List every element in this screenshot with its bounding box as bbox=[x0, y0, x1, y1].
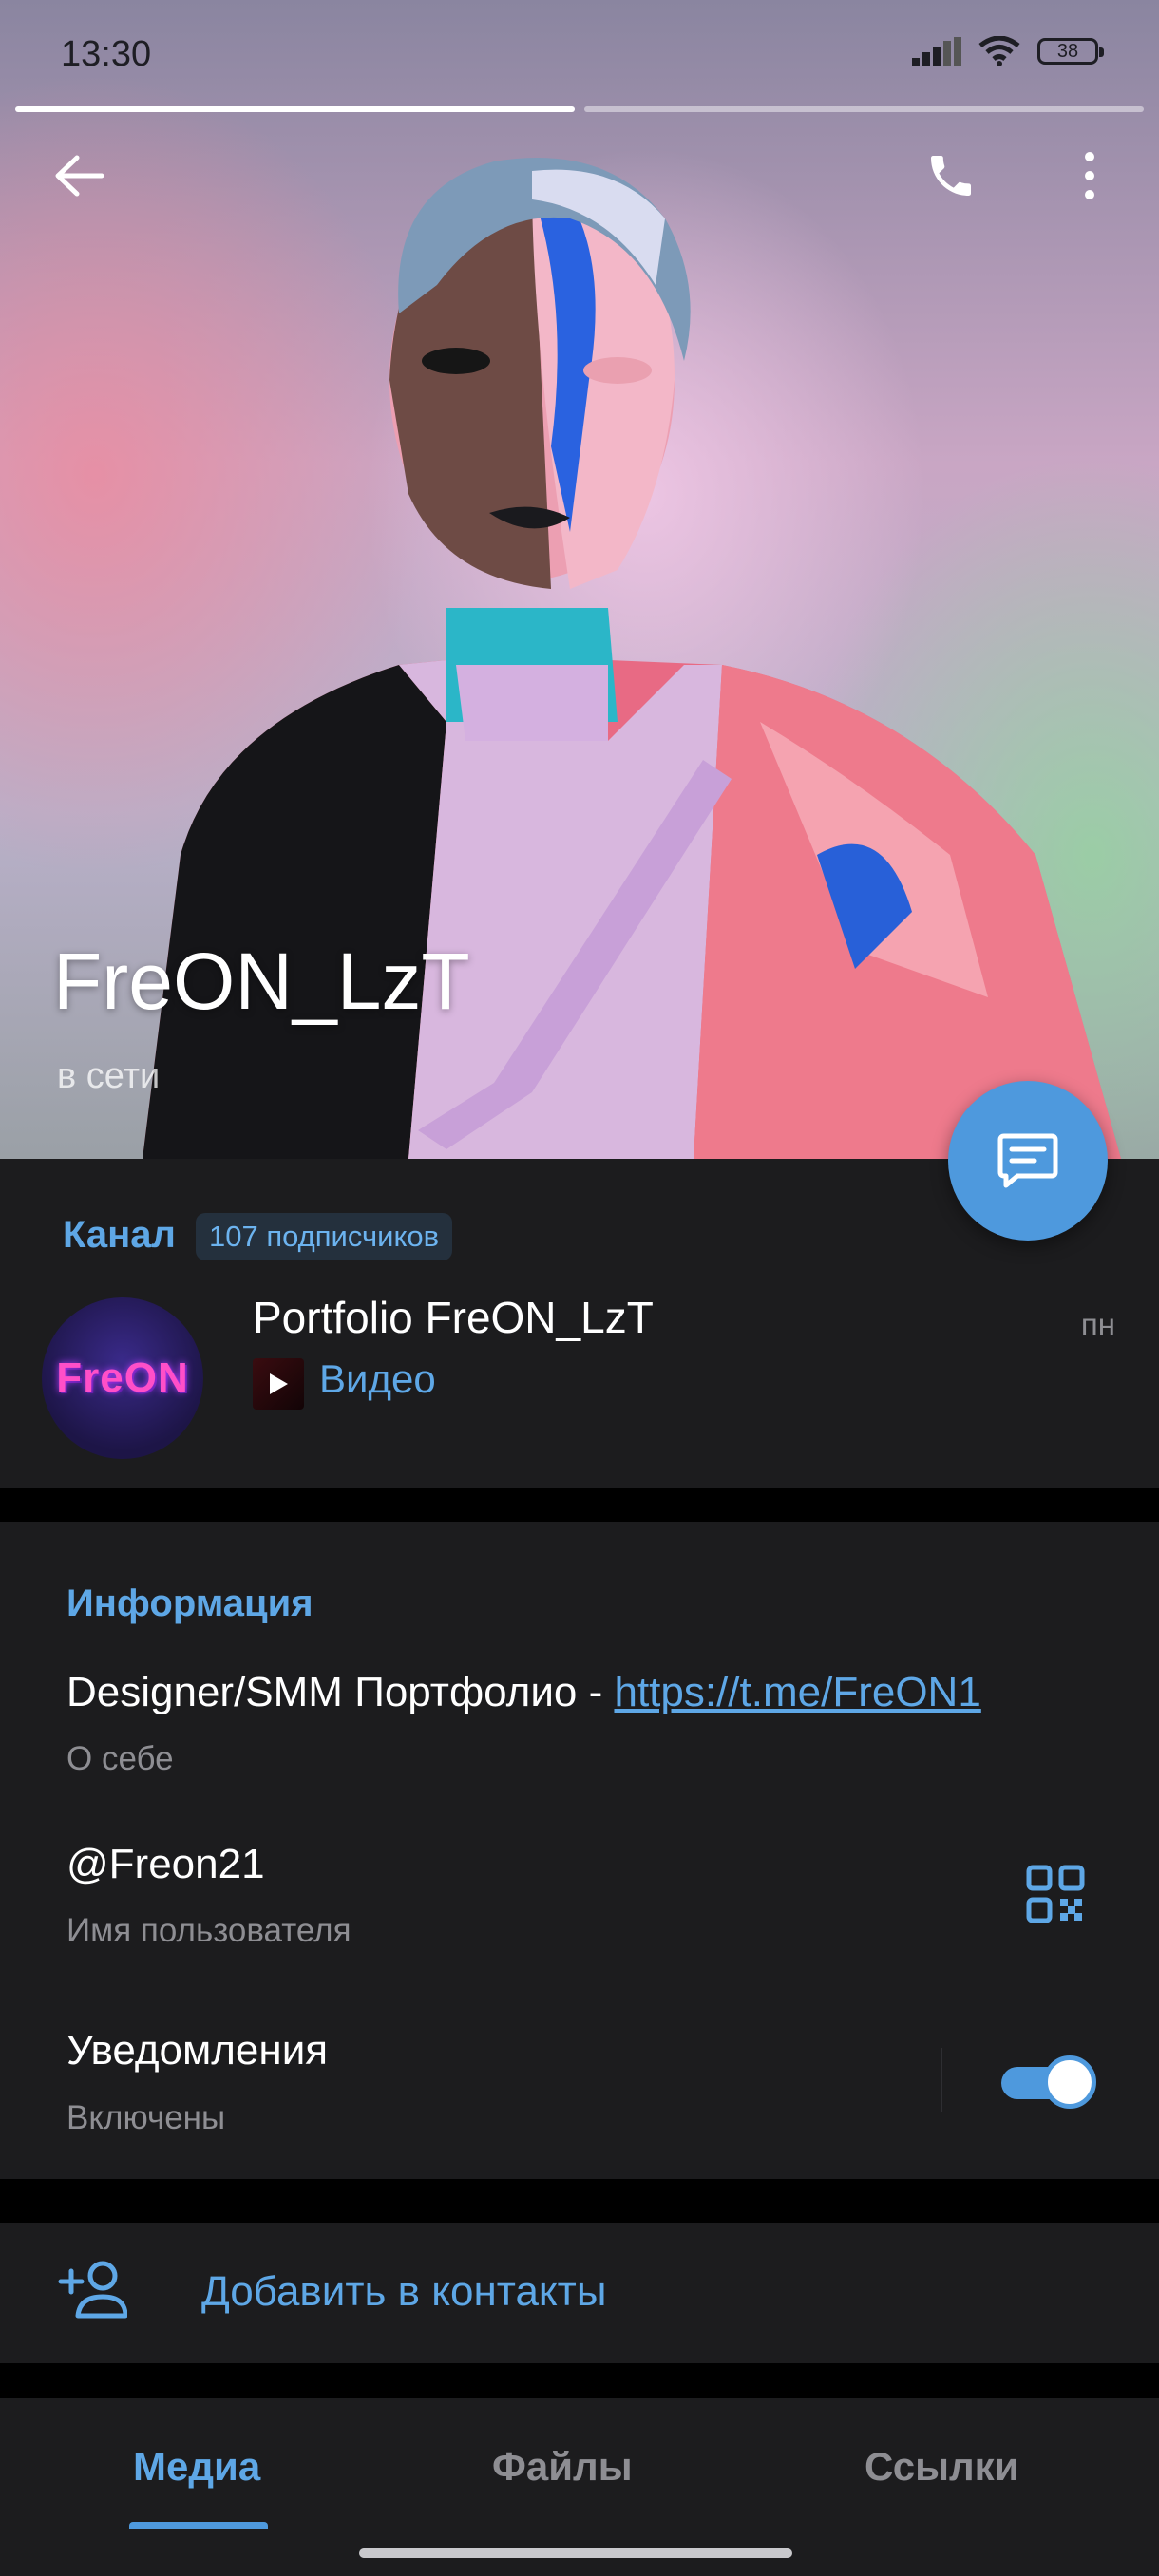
notifications-divider bbox=[940, 2048, 942, 2112]
tab-files[interactable]: Файлы bbox=[492, 2444, 633, 2490]
username-caption: Имя пользователя bbox=[66, 1912, 352, 1949]
profile-cover: 13:30 38 FreON_LzT в сети bbox=[0, 0, 1159, 1159]
bio-link[interactable]: https://t.me/FreON1 bbox=[614, 1669, 980, 1715]
notifications-toggle[interactable] bbox=[1001, 2055, 1100, 2109]
play-icon bbox=[270, 1373, 288, 1394]
bio-text-plain: Designer/SMM Портфолио - bbox=[66, 1669, 615, 1715]
back-arrow-icon bbox=[55, 155, 104, 197]
subscribers-badge: 107 подписчиков bbox=[196, 1213, 453, 1260]
call-button[interactable] bbox=[918, 142, 984, 209]
channel-last-post-preview: Видео bbox=[319, 1356, 436, 1401]
bio-text: Designer/SMM Портфолио - https://t.me/Fr… bbox=[66, 1669, 981, 1716]
phone-icon bbox=[931, 156, 971, 196]
more-button[interactable] bbox=[1056, 142, 1123, 209]
tab-links[interactable]: Ссылки bbox=[864, 2444, 1019, 2490]
back-button[interactable] bbox=[46, 142, 112, 209]
video-thumbnail bbox=[253, 1358, 304, 1410]
presence-status: в сети bbox=[57, 1056, 161, 1096]
username[interactable]: @Freon21 bbox=[66, 1841, 265, 1888]
info-label: Информация bbox=[66, 1582, 314, 1624]
channel-title[interactable]: Portfolio FreON_LzT bbox=[253, 1292, 654, 1343]
qr-code-icon[interactable] bbox=[1026, 1865, 1085, 1923]
bio-caption: О себе bbox=[66, 1740, 174, 1777]
story-bar-1 bbox=[15, 106, 575, 112]
channel-avatar-logo: FreON bbox=[56, 1354, 189, 1401]
wifi-icon bbox=[978, 36, 1020, 66]
notifications-title[interactable]: Уведомления bbox=[66, 2027, 328, 2074]
story-bar-2 bbox=[584, 106, 1144, 112]
signal-icon bbox=[912, 37, 961, 66]
status-icons: 38 bbox=[912, 36, 1104, 66]
message-button[interactable] bbox=[948, 1081, 1108, 1241]
story-progress bbox=[15, 106, 1144, 112]
message-icon bbox=[998, 1133, 1058, 1188]
channel-label: Канал bbox=[63, 1214, 176, 1256]
toggle-knob bbox=[1043, 2055, 1096, 2109]
home-indicator[interactable] bbox=[359, 2548, 792, 2558]
channel-avatar[interactable]: FreON bbox=[42, 1297, 203, 1459]
add-contact-icon bbox=[58, 2261, 127, 2319]
profile-name: FreON_LzT bbox=[53, 937, 470, 1026]
more-vert-icon bbox=[1085, 152, 1094, 199]
tab-media[interactable]: Медиа bbox=[133, 2444, 260, 2490]
add-contact-label: Добавить в контакты bbox=[201, 2268, 607, 2315]
battery-icon: 38 bbox=[1037, 38, 1104, 65]
status-time: 13:30 bbox=[61, 34, 152, 74]
notifications-state: Включены bbox=[66, 2099, 226, 2136]
active-tab-indicator bbox=[129, 2522, 268, 2529]
channel-last-post-day: пн bbox=[1080, 1307, 1115, 1342]
